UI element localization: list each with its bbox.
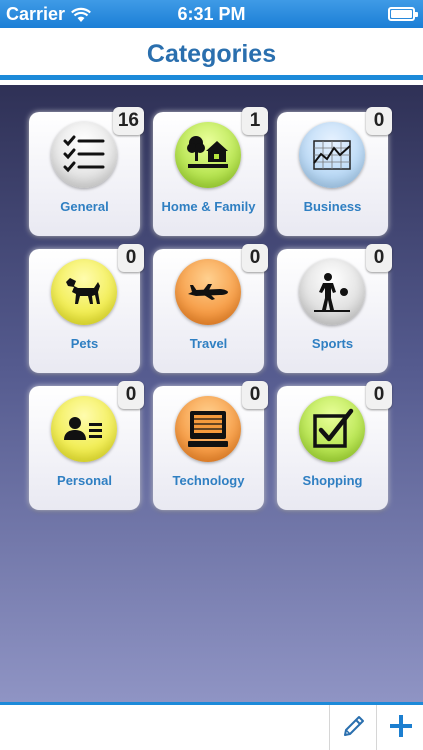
count-badge: 1 [242,107,268,135]
category-icon-circle [175,259,241,325]
category-tile-technology[interactable]: Technology 0 [153,381,268,510]
battery-icon [388,7,418,21]
count-badge: 0 [366,244,392,272]
bottom-toolbar [0,702,423,750]
category-label: Travel [189,336,228,351]
category-tile-personal[interactable]: Personal 0 [29,381,144,510]
status-bar: Carrier 6:31 PM [0,0,423,28]
category-tile-business[interactable]: Business 0 [277,107,392,236]
dog-icon [66,278,100,304]
category-label: Pets [70,336,99,351]
category-icon-circle [299,396,365,462]
category-label: Business [303,199,362,214]
category-icon-circle [51,259,117,325]
pencil-icon [344,716,364,736]
home-family-icon [187,136,228,168]
category-tile-pets[interactable]: Pets 0 [29,244,144,373]
category-icon-circle [175,122,241,188]
checkbox-icon [313,408,354,448]
plus-icon [390,715,412,737]
category-label: Sports [311,336,354,351]
count-badge: 0 [242,244,268,272]
category-icon-circle [51,396,117,462]
category-icon-circle [175,396,241,462]
category-tile-shopping[interactable]: Shopping 0 [277,381,392,510]
categories-grid: General 16 Home & Family 1 Business 0 Pe… [0,85,423,702]
status-time: 6:31 PM [177,4,246,24]
category-tile-general[interactable]: General 16 [29,107,144,236]
count-badge: 0 [242,381,268,409]
category-icon-circle [51,122,117,188]
category-label: Home & Family [161,199,256,214]
navigation-bar: Categories [0,28,423,80]
count-badge: 0 [366,107,392,135]
category-icon-circle [299,259,365,325]
count-badge: 0 [118,244,144,272]
category-icon-circle [299,122,365,188]
count-badge: 0 [366,381,392,409]
category-label: Shopping [302,473,363,488]
edit-button[interactable] [329,705,376,750]
category-label: Personal [57,473,112,488]
id-card-icon [64,417,102,440]
category-label: Technology [172,473,245,488]
checklist-icon [63,135,105,173]
airplane-icon [188,284,228,300]
count-badge: 16 [112,107,144,135]
category-label: General [60,199,109,214]
athlete-icon [314,273,350,312]
add-button[interactable] [376,705,423,750]
page-title: Categories [146,40,277,68]
category-tile-sports[interactable]: Sports 0 [277,244,392,373]
count-badge: 0 [118,381,144,409]
computer-icon [188,411,228,447]
category-tile-home-family[interactable]: Home & Family 1 [153,107,268,236]
chart-icon [313,140,351,170]
category-tile-travel[interactable]: Travel 0 [153,244,268,373]
